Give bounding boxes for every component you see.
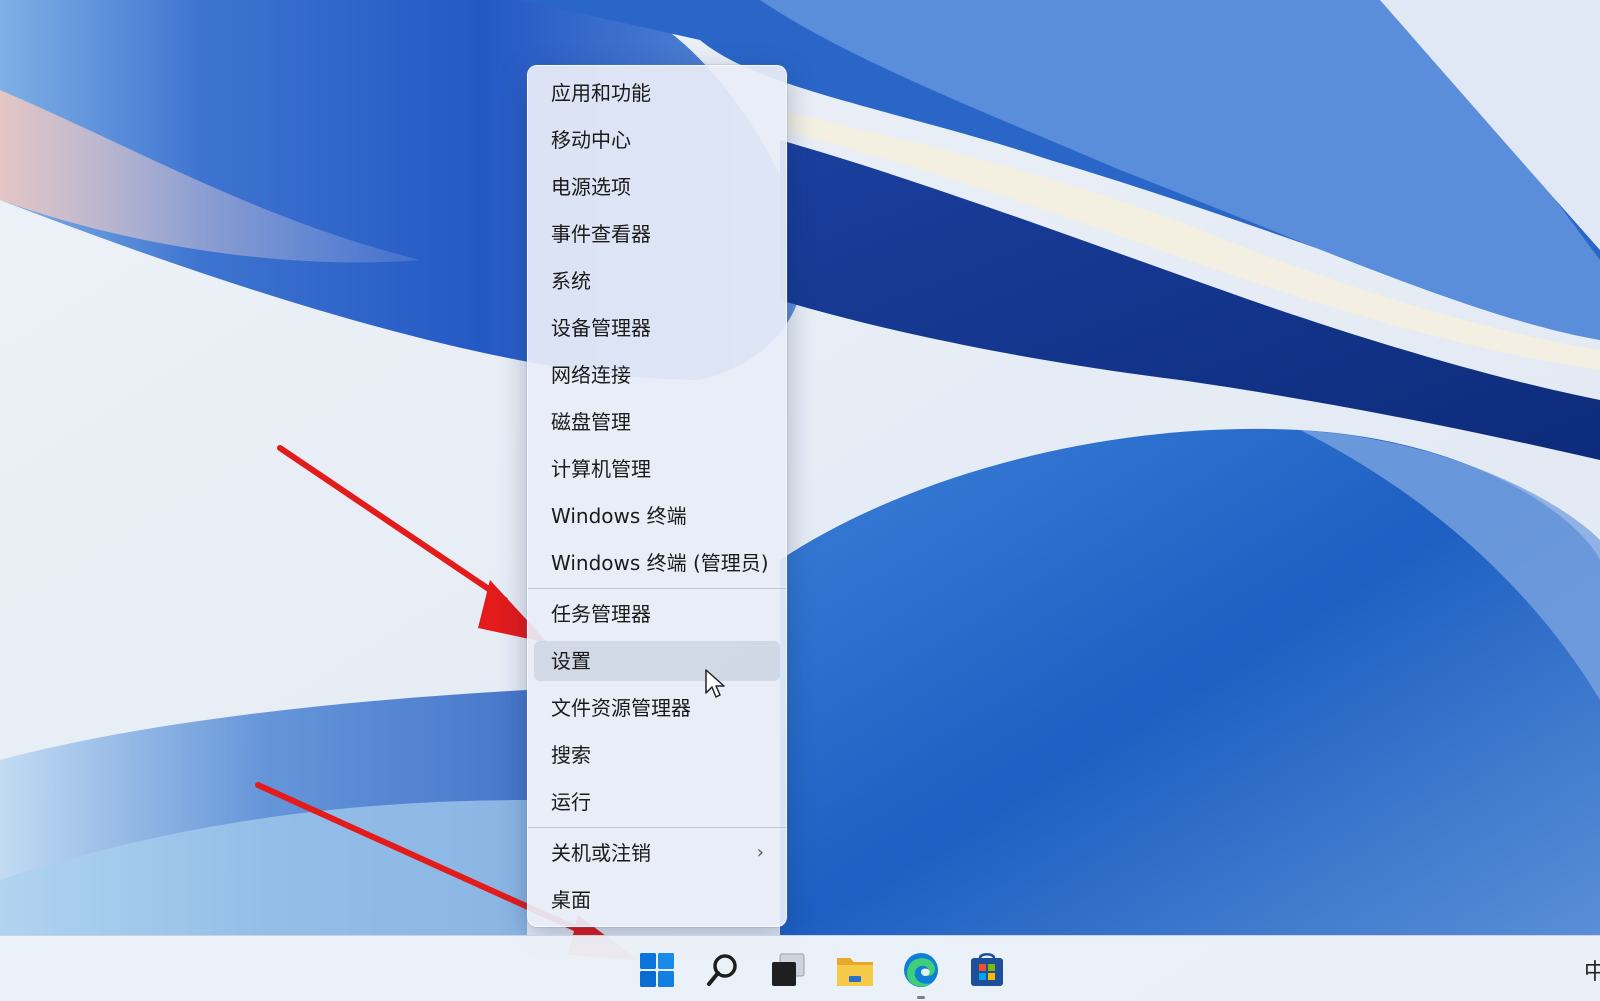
store-icon[interactable] (967, 950, 1007, 990)
menu-item-power-options[interactable]: 电源选项 (534, 167, 780, 207)
file-explorer-icon[interactable] (835, 950, 875, 990)
desktop-wallpaper (0, 0, 1600, 1000)
menu-item-settings[interactable]: 设置 (534, 641, 780, 681)
edge-icon[interactable] (901, 950, 941, 990)
chevron-right-icon: › (757, 833, 764, 873)
menu-item-search[interactable]: 搜索 (534, 735, 780, 775)
menu-item-apps-features[interactable]: 应用和功能 (534, 73, 780, 113)
menu-item-system[interactable]: 系统 (534, 261, 780, 301)
windows-start-icon[interactable] (637, 950, 677, 990)
running-indicator (917, 996, 925, 999)
menu-item-device-manager[interactable]: 设备管理器 (534, 308, 780, 348)
task-view-icon[interactable] (768, 950, 808, 990)
menu-item-computer-management[interactable]: 计算机管理 (534, 449, 780, 489)
menu-item-task-manager[interactable]: 任务管理器 (534, 594, 780, 634)
menu-item-desktop[interactable]: 桌面 (534, 880, 780, 920)
menu-item-shutdown-signout[interactable]: 关机或注销 › (534, 833, 780, 873)
menu-item-disk-management[interactable]: 磁盘管理 (534, 402, 780, 442)
mouse-cursor-icon (704, 668, 726, 700)
menu-item-windows-terminal-admin[interactable]: Windows 终端 (管理员) (534, 543, 780, 583)
search-icon[interactable] (703, 950, 743, 990)
menu-separator (528, 827, 786, 828)
taskbar: 中 (0, 935, 1600, 1001)
ime-indicator[interactable]: 中 (1584, 954, 1600, 986)
menu-item-network-connections[interactable]: 网络连接 (534, 355, 780, 395)
menu-item-label: 关机或注销 (551, 841, 651, 865)
menu-item-windows-terminal[interactable]: Windows 终端 (534, 496, 780, 536)
menu-item-run[interactable]: 运行 (534, 782, 780, 822)
menu-separator (528, 588, 786, 589)
menu-item-mobility-center[interactable]: 移动中心 (534, 120, 780, 160)
menu-item-file-explorer[interactable]: 文件资源管理器 (534, 688, 780, 728)
winx-context-menu: 应用和功能 移动中心 电源选项 事件查看器 系统 设备管理器 网络连接 磁盘管理… (527, 65, 787, 927)
menu-item-event-viewer[interactable]: 事件查看器 (534, 214, 780, 254)
